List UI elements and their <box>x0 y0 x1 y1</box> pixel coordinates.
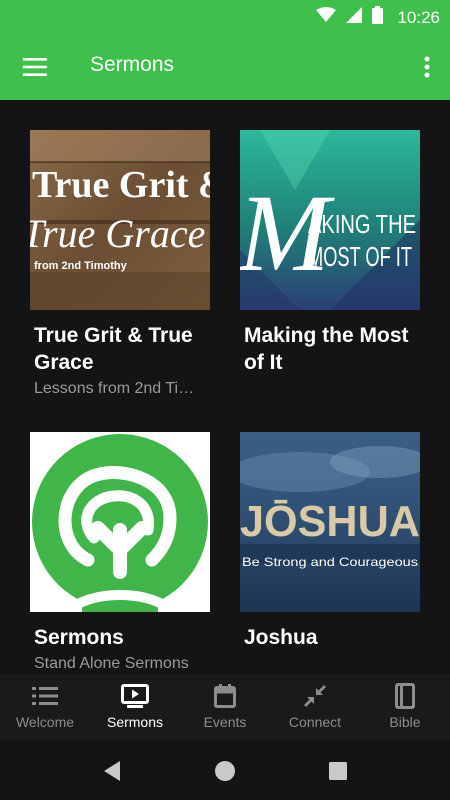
nav-label: Events <box>203 714 247 730</box>
art-text-line1: True Grit & <box>32 164 210 206</box>
nav-connect[interactable]: Connect <box>270 674 360 741</box>
book-icon <box>390 683 420 709</box>
card-title: Making the Most of It <box>244 324 409 374</box>
sermon-artwork: M AKING THE MOST OF IT <box>240 130 420 310</box>
home-circle-icon <box>215 761 235 781</box>
wifi-icon <box>316 7 337 28</box>
bottom-navigation: Welcome Sermons Events Connect Bible <box>0 674 450 741</box>
recents-square-icon <box>329 762 347 780</box>
nav-label: Connect <box>288 714 342 730</box>
nav-events[interactable]: Events <box>180 674 270 741</box>
more-vert-icon <box>424 56 430 78</box>
sermon-artwork: True Grit & True Grace from 2nd Timothy <box>30 130 210 310</box>
app-bar: Sermons <box>0 33 450 100</box>
battery-icon <box>372 6 384 29</box>
art-text-line1: AKING THE <box>308 209 416 239</box>
list-icon <box>30 683 60 709</box>
nav-welcome[interactable]: Welcome <box>0 674 90 741</box>
home-button[interactable] <box>213 759 237 783</box>
system-navigation-bar <box>0 741 450 800</box>
nav-sermons[interactable]: Sermons <box>90 674 180 741</box>
status-bar: 10:26 <box>0 0 450 33</box>
art-text-line2: True Grace <box>30 211 205 256</box>
sermon-card-true-grit[interactable]: True Grit & True Grace from 2nd Timothy … <box>30 130 210 398</box>
signal-icon <box>346 7 363 28</box>
connect-icon <box>300 683 330 709</box>
art-text-line2: Be Strong and Courageous <box>242 555 418 569</box>
art-text-line1: JŌSHUA <box>240 497 420 546</box>
calendar-icon <box>210 683 240 709</box>
back-button[interactable] <box>100 759 124 783</box>
recents-button[interactable] <box>326 759 350 783</box>
card-title: Joshua <box>244 626 318 649</box>
status-time: 10:26 <box>397 7 440 27</box>
hamburger-icon <box>23 58 47 76</box>
sermon-artwork <box>30 432 210 612</box>
status-icons: 10:26 <box>316 6 440 29</box>
video-icon <box>120 683 150 709</box>
sermon-artwork: JŌSHUA Be Strong and Courageous <box>240 432 420 612</box>
sermon-card-joshua[interactable]: JŌSHUA Be Strong and Courageous Joshua <box>240 432 420 655</box>
overflow-menu-button[interactable] <box>418 52 436 82</box>
card-title: True Grit & True Grace <box>34 324 193 374</box>
art-text-line2: MOST OF IT <box>308 241 412 272</box>
nav-label: Sermons <box>106 714 164 730</box>
sermon-card-making-the-most[interactable]: M AKING THE MOST OF IT Making the Most o… <box>240 130 420 380</box>
menu-button[interactable] <box>18 52 52 82</box>
sermon-card-sermons[interactable]: Sermons Stand Alone Sermons <box>30 432 210 673</box>
nav-label: Welcome <box>15 714 75 730</box>
card-subtitle: Lessons from 2nd Timothy <box>34 380 206 397</box>
tree-logo-icon <box>32 434 208 612</box>
app-screen: 10:26 Sermons True Grit & True Grace fro… <box>0 0 450 800</box>
card-title: Sermons <box>34 626 124 649</box>
art-text-line3: from 2nd Timothy <box>34 260 128 272</box>
sermon-grid: True Grit & True Grace from 2nd Timothy … <box>0 100 450 674</box>
card-subtitle: Stand Alone Sermons <box>34 655 189 672</box>
page-title: Sermons <box>90 53 175 76</box>
nav-label: Bible <box>389 714 421 730</box>
back-triangle-icon <box>104 761 120 781</box>
nav-bible[interactable]: Bible <box>360 674 450 741</box>
